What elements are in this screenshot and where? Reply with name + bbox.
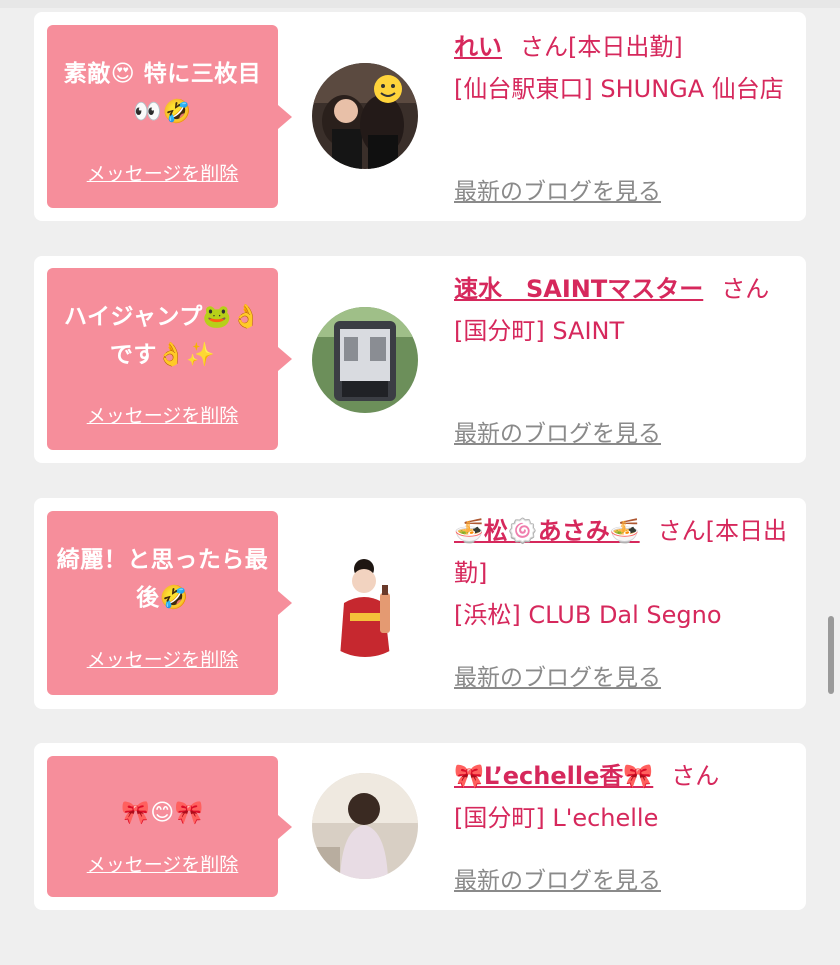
delete-message-link[interactable]: メッセージを削除 bbox=[47, 850, 278, 877]
shop-text: [国分町] SAINT bbox=[454, 317, 625, 345]
message-bubble: ハイジャンプ🐸👌です👌✨ メッセージを削除 bbox=[47, 268, 292, 450]
sender-info: 🍜松🍥あさみ🍜 さん[本日出勤] [浜松] CLUB Dal Segno bbox=[454, 510, 799, 636]
message-text: ハイジャンプ🐸👌です👌✨ bbox=[64, 304, 261, 368]
delete-message-link[interactable]: メッセージを削除 bbox=[47, 401, 278, 428]
message-text: 綺麗！と思ったら最後🤣 bbox=[56, 547, 269, 611]
message-bubble: 素敵😍 特に三枚目👀🤣 メッセージを削除 bbox=[47, 25, 292, 208]
honorific: さん bbox=[721, 275, 770, 303]
top-edge bbox=[0, 0, 840, 8]
latest-blog-link[interactable]: 最新のブログを見る bbox=[454, 861, 661, 895]
message-card: 綺麗！と思ったら最後🤣 メッセージを削除 🍜松🍥あさみ🍜 さん[本日出勤] [浜松… bbox=[34, 498, 806, 709]
honorific: さん bbox=[671, 762, 720, 790]
avatar[interactable] bbox=[312, 551, 418, 657]
avatar[interactable] bbox=[312, 63, 418, 169]
shop-text: [仙台駅東口] SHUNGA 仙台店 bbox=[454, 75, 784, 103]
message-card: 🎀😊🎀 メッセージを削除 🎀L’echelle香🎀 さん [国分町] L'eche… bbox=[34, 743, 806, 910]
shop-text: [国分町] L'echelle bbox=[454, 804, 659, 832]
sender-name-link[interactable]: 🍜松🍥あさみ🍜 bbox=[454, 517, 640, 545]
scrollbar-thumb[interactable] bbox=[828, 616, 834, 694]
message-bubble: 綺麗！と思ったら最後🤣 メッセージを削除 bbox=[47, 511, 292, 695]
delete-message-link[interactable]: メッセージを削除 bbox=[47, 645, 278, 672]
shop-text: [浜松] CLUB Dal Segno bbox=[454, 601, 722, 629]
sender-info: 速水 SAINTマスター さん [国分町] SAINT bbox=[454, 268, 799, 352]
sender-name-link[interactable]: 速水 SAINTマスター bbox=[454, 275, 703, 303]
honorific: さん bbox=[520, 33, 568, 61]
avatar[interactable] bbox=[312, 773, 418, 879]
delete-message-link[interactable]: メッセージを削除 bbox=[47, 159, 278, 186]
sender-info: 🎀L’echelle香🎀 さん [国分町] L'echelle bbox=[454, 755, 799, 839]
message-text: 素敵😍 特に三枚目👀🤣 bbox=[63, 61, 262, 125]
message-bubble: 🎀😊🎀 メッセージを削除 bbox=[47, 756, 292, 897]
latest-blog-link[interactable]: 最新のブログを見る bbox=[454, 414, 661, 448]
message-card: ハイジャンプ🐸👌です👌✨ メッセージを削除 速水 SAINTマスター さん [国分… bbox=[34, 256, 806, 463]
latest-blog-link[interactable]: 最新のブログを見る bbox=[454, 172, 661, 206]
honorific: さん bbox=[657, 517, 706, 545]
sender-name-link[interactable]: 🎀L’echelle香🎀 bbox=[454, 762, 653, 790]
status-text: [本日出勤] bbox=[568, 33, 683, 61]
sender-info: れい さん[本日出勤] [仙台駅東口] SHUNGA 仙台店 bbox=[454, 26, 799, 110]
message-text: 🎀😊🎀 bbox=[121, 800, 204, 826]
sender-name-link[interactable]: れい bbox=[454, 33, 502, 61]
message-card: 素敵😍 特に三枚目👀🤣 メッセージを削除 れい さん[本日出勤] [仙台駅東口] … bbox=[34, 12, 806, 221]
latest-blog-link[interactable]: 最新のブログを見る bbox=[454, 658, 661, 692]
avatar[interactable] bbox=[312, 307, 418, 413]
